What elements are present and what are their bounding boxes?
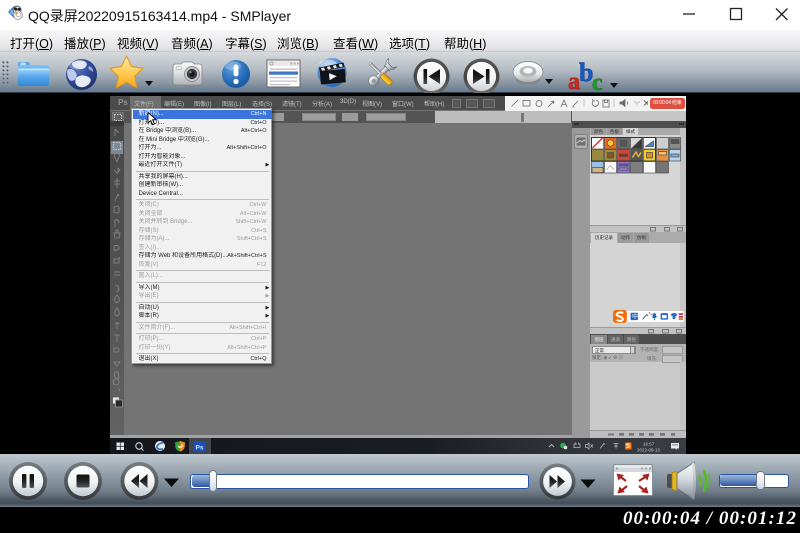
svg-text:2022-09-15: 2022-09-15	[637, 447, 661, 452]
svg-text:中: 中	[632, 313, 638, 321]
svg-text:a: a	[568, 69, 580, 91]
svg-text:Ps: Ps	[196, 444, 204, 451]
svg-text:c: c	[592, 70, 603, 91]
svg-text:16:57: 16:57	[643, 441, 655, 446]
